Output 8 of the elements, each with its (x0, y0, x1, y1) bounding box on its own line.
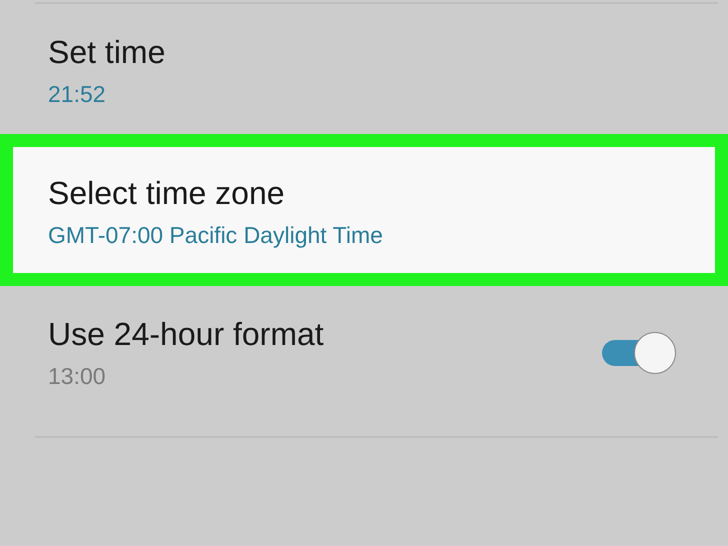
toggle-switch[interactable] (600, 332, 676, 374)
setting-title: Select time zone (48, 175, 286, 212)
setting-value: GMT-07:00 Pacific Daylight Time (48, 222, 383, 249)
setting-title: Set time (48, 34, 166, 71)
setting-title: Use 24-hour format (48, 316, 324, 353)
setting-value: 21:52 (48, 81, 107, 108)
highlighted-setting[interactable]: Select time zone GMT-07:00 Pacific Daylight Time (0, 134, 728, 286)
setting-value: 13:00 (48, 363, 107, 390)
